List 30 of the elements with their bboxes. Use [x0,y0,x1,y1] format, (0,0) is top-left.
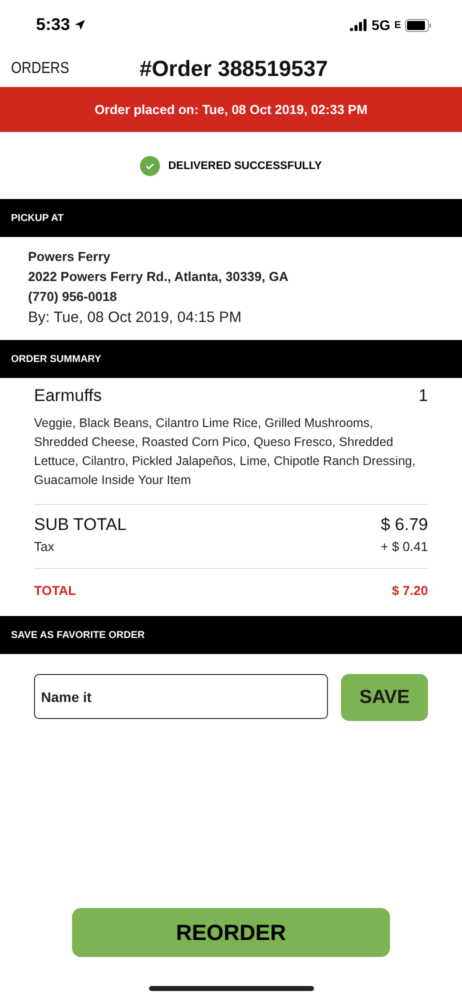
name-input-field[interactable]: Name it [34,674,328,719]
back-link[interactable]: ORDERS [11,60,70,78]
signal-icon [350,19,368,31]
item-details: Veggie, Black Beans, Cilantro Lime Rice, Grilled Mushrooms, Shredded Cheese, Roasted Corn Pico, Queso Fresco, Shredded Lettuce, Cilantro, Pickled Jalapeños, Lime, Chipotle Ranch Dressing, Guacamole Inside Your Item [34,415,416,489]
network-label: 5G [372,17,390,33]
tax-label: Tax [34,539,54,554]
store-address: 2022 Powers Ferry Rd., Atlanta, 30339, GA [28,269,290,284]
total-value: $ 7.20 [392,583,428,598]
subtotal-value: $ 6.79 [380,515,428,535]
pickup-time: By: Tue, 08 Oct 2019, 04:15 PM [28,309,242,326]
page-title: #Order 388519537 [139,56,328,82]
item-name: Earmuffs [34,386,102,406]
reorder-button[interactable]: REORDER [72,908,390,957]
section-header: SAVE AS FAVORITE ORDER [0,616,462,654]
order-placed-banner: Order placed on: Tue, 08 Oct 2019, 02:33 PM [0,87,462,132]
store-phone: (770) 956-0018 [28,289,118,304]
location-arrow-icon [74,19,86,31]
total-label: TOTAL [34,583,76,598]
network-suffix: E [394,20,401,30]
battery-icon [405,18,432,32]
clock: 5:33 [36,15,86,35]
check-circle-icon [140,156,160,176]
tax-value: + $ 0.41 [380,539,428,554]
delivery-status: DELIVERED SUCCESSFULLY [168,160,322,172]
store-name: Powers Ferry [28,249,112,264]
save-button[interactable]: SAVE [341,674,428,721]
subtotal-label: SUB TOTAL [34,515,127,535]
section-header: PICKUP AT [0,199,462,237]
item-quantity: 1 [418,386,428,406]
section-header: ORDER SUMMARY [0,340,462,378]
